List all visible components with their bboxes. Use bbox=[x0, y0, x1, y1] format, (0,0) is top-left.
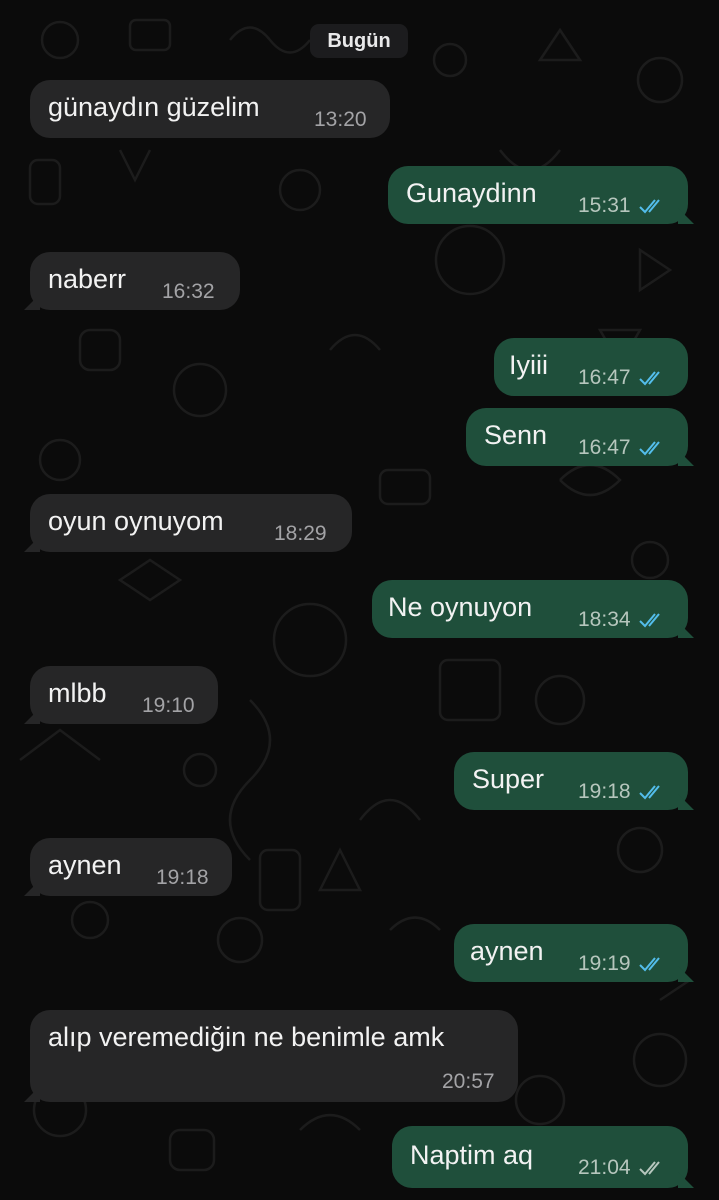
message-meta: 19:18 bbox=[578, 780, 667, 804]
read-receipt-icon bbox=[638, 440, 667, 456]
message-meta: 15:31 bbox=[578, 194, 667, 218]
message-meta: 21:04 bbox=[578, 1156, 667, 1180]
message-text: mlbb bbox=[48, 678, 107, 708]
read-receipt-icon bbox=[638, 370, 667, 386]
message-time: 19:19 bbox=[578, 952, 631, 975]
message-text: günaydın güzelim bbox=[48, 92, 260, 122]
outgoing-message[interactable]: Iyiii 16:47 bbox=[494, 338, 688, 396]
message-meta: 19:18 bbox=[156, 866, 209, 890]
outgoing-message[interactable]: Ne oynuyon 18:34 bbox=[372, 580, 688, 638]
message-meta: 16:47 bbox=[578, 366, 667, 390]
read-receipt-icon bbox=[638, 956, 667, 972]
message-time: 16:32 bbox=[162, 280, 215, 303]
message-meta: 13:20 bbox=[314, 108, 367, 132]
message-time: 16:47 bbox=[578, 436, 631, 459]
message-meta: 16:32 bbox=[162, 280, 215, 304]
incoming-message[interactable]: naberr 16:32 bbox=[30, 252, 240, 310]
message-text: Ne oynuyon bbox=[388, 592, 533, 622]
message-time: 19:18 bbox=[578, 780, 631, 803]
incoming-message[interactable]: aynen 19:18 bbox=[30, 838, 232, 896]
outgoing-message[interactable]: Naptim aq 21:04 bbox=[392, 1126, 688, 1188]
message-text: naberr bbox=[48, 264, 127, 294]
message-text: Naptim aq bbox=[410, 1140, 534, 1170]
message-time: 15:31 bbox=[578, 194, 631, 217]
message-text: Gunaydinn bbox=[406, 178, 537, 208]
message-text: aynen bbox=[470, 936, 544, 966]
outgoing-message[interactable]: Super 19:18 bbox=[454, 752, 688, 810]
incoming-message[interactable]: oyun oynuyom 18:29 bbox=[30, 494, 352, 552]
message-text: Iyiii bbox=[509, 350, 548, 380]
message-time: 18:34 bbox=[578, 608, 631, 631]
incoming-message[interactable]: mlbb 19:10 bbox=[30, 666, 218, 724]
message-time: 20:57 bbox=[442, 1070, 495, 1093]
read-receipt-icon bbox=[638, 784, 667, 800]
incoming-message[interactable]: alıp veremediğin ne benimle amk 20:57 bbox=[30, 1010, 518, 1102]
message-time: 16:47 bbox=[578, 366, 631, 389]
outgoing-message[interactable]: Senn 16:47 bbox=[466, 408, 688, 466]
message-text: oyun oynuyom bbox=[48, 506, 224, 536]
message-text: alıp veremediğin ne benimle amk bbox=[48, 1022, 445, 1052]
message-time: 13:20 bbox=[314, 108, 367, 131]
outgoing-message[interactable]: Gunaydinn 15:31 bbox=[388, 166, 688, 224]
message-text: Super bbox=[472, 764, 545, 794]
message-meta: 19:19 bbox=[578, 952, 667, 976]
outgoing-message[interactable]: aynen 19:19 bbox=[454, 924, 688, 982]
read-receipt-icon bbox=[638, 198, 667, 214]
message-meta: 16:47 bbox=[578, 436, 667, 460]
delivered-receipt-icon bbox=[638, 1160, 667, 1176]
message-meta: 19:10 bbox=[142, 694, 195, 718]
message-time: 19:18 bbox=[156, 866, 209, 889]
message-text: aynen bbox=[48, 850, 122, 880]
date-divider: Bugün bbox=[310, 24, 408, 58]
message-time: 21:04 bbox=[578, 1156, 631, 1179]
message-time: 19:10 bbox=[142, 694, 195, 717]
message-meta: 18:29 bbox=[274, 522, 327, 546]
read-receipt-icon bbox=[638, 612, 667, 628]
incoming-message[interactable]: günaydın güzelim 13:20 bbox=[30, 80, 390, 138]
message-meta: 20:57 bbox=[442, 1070, 495, 1094]
message-time: 18:29 bbox=[274, 522, 327, 545]
message-meta: 18:34 bbox=[578, 608, 667, 632]
message-text: Senn bbox=[484, 420, 548, 450]
